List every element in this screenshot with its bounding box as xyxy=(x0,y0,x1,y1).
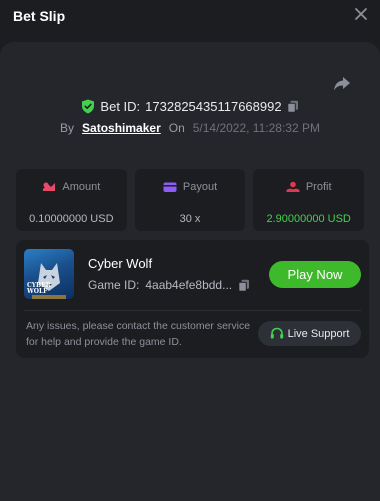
game-card: CYBER WOLF Cyber Wolf Game ID: 4aab4efe8b… xyxy=(16,240,369,358)
profit-value: 2.90000000 USD xyxy=(266,213,351,225)
bet-author-row: By Satoshimaker On 5/14/2022, 11:28:32 P… xyxy=(0,121,380,141)
coins-icon xyxy=(43,182,56,191)
profit-icon xyxy=(286,181,300,192)
close-icon[interactable] xyxy=(354,7,368,21)
stat-amount: Amount 0.10000000 USD xyxy=(16,169,127,231)
bet-date: 5/14/2022, 11:28:32 PM xyxy=(192,121,320,135)
stat-profit: Profit 2.90000000 USD xyxy=(253,169,365,231)
share-icon[interactable] xyxy=(333,76,351,92)
play-now-button[interactable]: Play Now xyxy=(269,261,361,288)
bet-id-label: Bet ID: xyxy=(100,99,141,114)
game-thumbnail[interactable]: CYBER WOLF xyxy=(24,249,74,299)
modal-title: Bet Slip xyxy=(13,8,66,24)
by-label: By xyxy=(60,121,75,135)
username-link[interactable]: Satoshimaker xyxy=(82,121,161,135)
game-id-label: Game ID: xyxy=(88,278,140,292)
live-support-button[interactable]: Live Support xyxy=(258,321,361,346)
wallet-icon xyxy=(163,182,177,192)
amount-label: Amount xyxy=(62,181,101,193)
on-label: On xyxy=(168,121,185,135)
bet-slip-modal: Bet Slip Bet ID: 1732825435117668992 By … xyxy=(0,0,380,501)
headset-icon xyxy=(270,327,283,339)
payout-label: Payout xyxy=(182,181,218,193)
stat-payout: Payout 30 x xyxy=(134,169,246,231)
game-name: Cyber Wolf xyxy=(88,256,153,271)
bet-id-row: Bet ID: 1732825435117668992 xyxy=(0,99,380,119)
support-notice: Any issues, please contact the customer … xyxy=(26,320,251,348)
copy-icon[interactable] xyxy=(238,279,250,292)
shield-check-icon xyxy=(82,99,95,114)
divider xyxy=(24,310,361,311)
amount-value: 0.10000000 USD xyxy=(29,213,114,225)
bet-id-value: 1732825435117668992 xyxy=(145,99,282,114)
game-id-row: Game ID: 4aab4efe8bdd... xyxy=(88,278,250,292)
copy-icon[interactable] xyxy=(286,100,299,113)
modal-header: Bet Slip xyxy=(0,0,380,36)
profit-label: Profit xyxy=(305,181,332,193)
live-support-label: Live Support xyxy=(287,327,350,340)
payout-value: 30 x xyxy=(179,213,201,225)
bet-stats: Amount 0.10000000 USD Payout 30 x Profit xyxy=(16,169,365,231)
game-id-value: 4aab4efe8bdd... xyxy=(145,278,233,292)
thumbnail-logo-text: CYBER WOLF xyxy=(27,282,51,295)
